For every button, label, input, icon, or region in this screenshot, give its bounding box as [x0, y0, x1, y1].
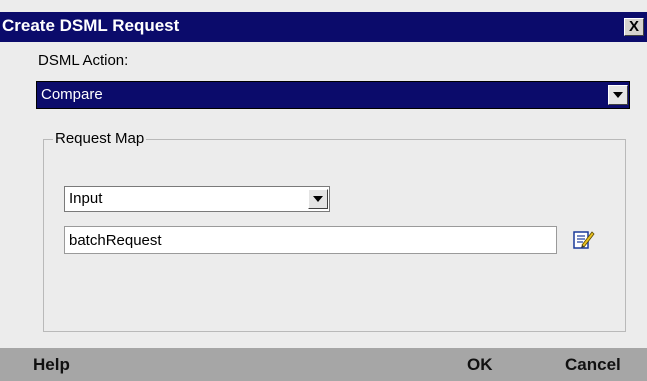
title-bar[interactable]: Create DSML Request X — [0, 12, 647, 42]
request-map-mode-dropdown-button[interactable] — [308, 189, 328, 209]
dialog-body: DSML Action: Compare Request Map Input — [0, 42, 647, 348]
request-map-title: Request Map — [53, 130, 147, 147]
close-button[interactable]: X — [624, 18, 644, 36]
ok-button[interactable]: OK — [467, 355, 493, 375]
dialog-title: Create DSML Request — [2, 16, 180, 35]
dsml-action-label: DSML Action: — [38, 52, 129, 69]
request-variable-input[interactable] — [64, 226, 557, 254]
help-button[interactable]: Help — [33, 355, 70, 375]
edit-pencil-icon[interactable] — [573, 229, 595, 251]
edit-pencil-icon-graphic — [573, 231, 595, 249]
cancel-button[interactable]: Cancel — [565, 355, 621, 375]
dsml-action-select[interactable]: Compare — [36, 81, 630, 109]
chevron-down-icon — [613, 92, 623, 98]
chevron-down-icon — [313, 196, 323, 202]
create-dsml-request-dialog: Create DSML Request X DSML Action: Compa… — [0, 0, 647, 381]
dsml-action-dropdown-button[interactable] — [608, 85, 628, 105]
dialog-footer: Help OK Cancel — [0, 348, 647, 381]
dsml-action-value: Compare — [41, 86, 103, 103]
request-map-mode-select[interactable]: Input — [64, 186, 330, 212]
close-icon: X — [628, 18, 639, 35]
request-map-mode-value: Input — [69, 190, 103, 207]
request-map-group: Request Map Input — [43, 130, 626, 332]
